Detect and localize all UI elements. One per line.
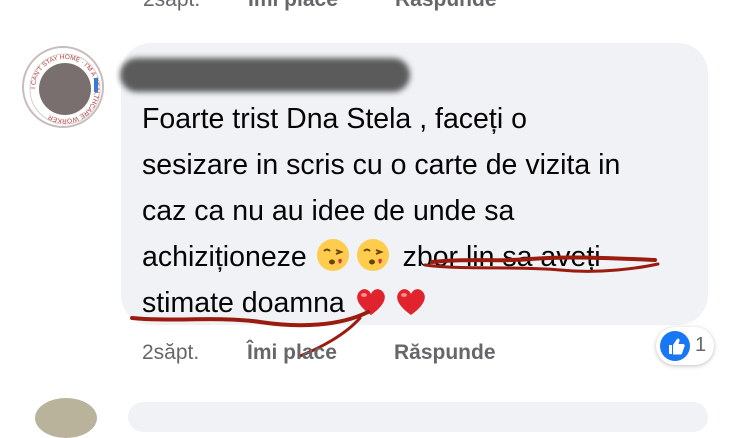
comment-line-3: caz ca nu au idee de unde sa xyxy=(142,195,515,227)
comment-line-4-after: zbor lin sa aveți xyxy=(402,241,601,273)
previous-reply-button[interactable]: Răspunde xyxy=(395,0,497,12)
comment-line-4-text: achiziționeze xyxy=(142,241,307,273)
comment-line-5: stimate doamna xyxy=(142,280,702,326)
next-comment-bubble xyxy=(128,402,708,432)
reaction-summary[interactable]: 1 xyxy=(656,327,714,365)
face-blowing-kiss-icon-2 xyxy=(356,239,389,272)
like-button[interactable]: Îmi place xyxy=(247,341,337,365)
comment-text: Foarte trist Dna Stela , faceți o sesiza… xyxy=(142,96,702,326)
comment-time[interactable]: 2săpt. xyxy=(142,341,199,365)
author-name-redacted[interactable] xyxy=(120,58,410,92)
previous-comment-time[interactable]: 2săpt. xyxy=(143,0,200,12)
comment-line-2: sesizare in scris cu o carte de vizita i… xyxy=(142,149,621,181)
comment-line-5-text: stimate doamna xyxy=(142,287,345,319)
previous-like-button[interactable]: Îmi place xyxy=(248,0,338,12)
avatar-badge-icon: I CAN'T STAY HOME · I'M A HEALTHCARE WOR… xyxy=(29,53,101,125)
like-reaction-icon xyxy=(660,331,690,361)
next-commenter-avatar[interactable] xyxy=(35,398,97,438)
red-heart-icon xyxy=(356,289,385,316)
comment-line-4: achiziționeze zbor lin sa aveți xyxy=(142,234,702,280)
commenter-avatar[interactable]: I CAN'T STAY HOME · I'M A HEALTHCARE WOR… xyxy=(22,46,104,128)
reaction-count: 1 xyxy=(695,334,707,356)
red-heart-icon-2 xyxy=(396,289,425,316)
face-blowing-kiss-icon xyxy=(316,239,349,272)
reply-button[interactable]: Răspunde xyxy=(394,341,496,365)
comment-line-1: Foarte trist Dna Stela , faceți o xyxy=(142,103,527,135)
